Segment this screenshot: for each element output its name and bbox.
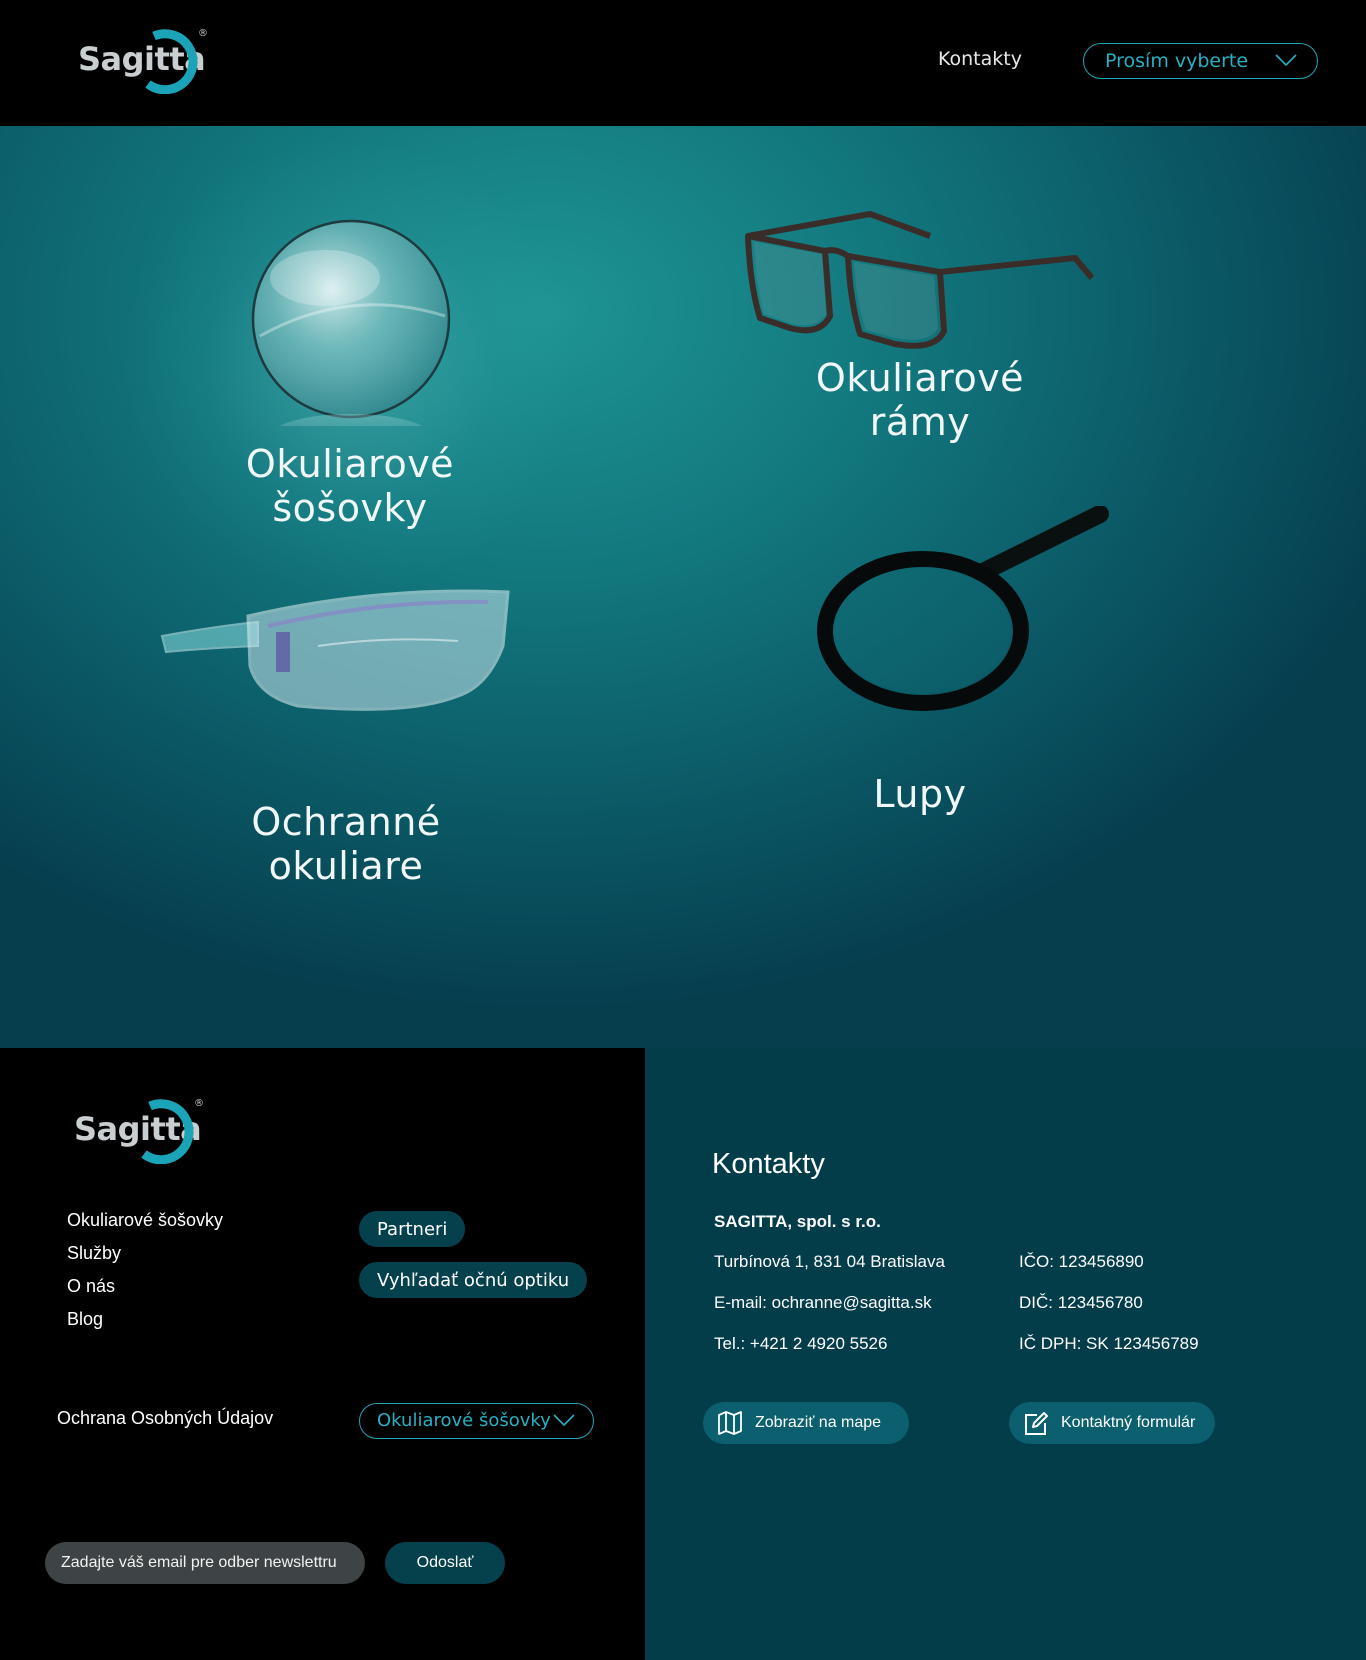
- footer-left: Sagitta ® Okuliarové šošovky Služby O ná…: [0, 1048, 645, 1660]
- registered-mark: ®: [194, 1098, 204, 1109]
- logo-arc-icon: [145, 29, 198, 94]
- footer-nav-services[interactable]: Služby: [67, 1243, 121, 1264]
- find-optician-button[interactable]: Vyhľadať očnú optiku: [359, 1262, 588, 1298]
- company-ico: IČO: 123456890: [1019, 1252, 1144, 1271]
- tile-eyeglass-lenses[interactable]: Okuliarové šošovky: [150, 166, 550, 566]
- contact-form-button[interactable]: Kontaktný formulár: [1009, 1402, 1215, 1444]
- chevron-down-icon: [553, 1414, 575, 1427]
- chevron-down-icon: [1275, 54, 1297, 67]
- company-icdph: IČ DPH: SK 123456789: [1019, 1334, 1199, 1353]
- safety-glasses-icon: [160, 589, 510, 711]
- magnifier-icon: [817, 506, 1109, 711]
- map-icon: [718, 1411, 742, 1435]
- logo-arc-icon: [141, 1099, 194, 1164]
- contact-form-label: Kontaktný formulár: [1061, 1414, 1196, 1431]
- footer-nav-about[interactable]: O nás: [67, 1276, 115, 1297]
- footer-category-dropdown[interactable]: Okuliarové šošovky: [359, 1403, 594, 1439]
- tile-label-magnifiers: Lupy: [873, 772, 967, 816]
- tile-label-lenses: Okuliarové šošovky: [245, 442, 455, 530]
- tile-label-safety: Ochranné okuliare: [251, 800, 441, 888]
- site-header: Sagitta ® Kontakty Prosím vyberte: [0, 0, 1366, 126]
- contact-phone[interactable]: Tel.: +421 2 4920 5526: [714, 1334, 887, 1354]
- tile-safety-glasses[interactable]: Ochranné okuliare: [150, 566, 550, 976]
- header-select-dropdown[interactable]: Prosím vyberte: [1083, 43, 1318, 79]
- product-categories-hero: Okuliarové šošovky Okuliarové rámy Ochra…: [0, 126, 1366, 1048]
- tile-magnifiers[interactable]: Lupy: [780, 506, 1180, 966]
- footer-category-label: Okuliarové šošovky: [377, 1410, 551, 1431]
- footer-nav-lenses[interactable]: Okuliarové šošovky: [67, 1210, 223, 1231]
- sagitta-logo[interactable]: Sagitta ®: [78, 28, 210, 96]
- tile-label-frames: Okuliarové rámy: [815, 356, 1025, 444]
- contact-email[interactable]: E-mail: ochranne@sagitta.sk: [714, 1293, 932, 1313]
- show-on-map-button[interactable]: Zobraziť na mape: [703, 1402, 909, 1444]
- registered-mark: ®: [198, 28, 208, 39]
- privacy-policy-link[interactable]: Ochrana Osobných Údajov: [57, 1408, 273, 1429]
- company-dic: DIČ: 123456780: [1019, 1293, 1143, 1312]
- edit-icon: [1025, 1412, 1048, 1435]
- nav-contacts-link[interactable]: Kontakty: [938, 48, 1022, 70]
- footer-nav-blog[interactable]: Blog: [67, 1309, 103, 1330]
- footer-sagitta-logo[interactable]: Sagitta ®: [74, 1098, 206, 1168]
- company-name: SAGITTA, spol. s r.o.: [714, 1212, 881, 1231]
- glasses-frame-icon: [745, 211, 1095, 349]
- partners-button[interactable]: Partneri: [359, 1211, 466, 1247]
- contacts-title: Kontakty: [712, 1148, 825, 1180]
- newsletter-submit-button[interactable]: Odoslať: [385, 1542, 505, 1584]
- header-select-label: Prosím vyberte: [1105, 50, 1249, 72]
- newsletter-email-input[interactable]: [45, 1542, 365, 1584]
- contact-address: Turbínová 1, 831 04 Bratislava: [714, 1252, 945, 1271]
- show-on-map-label: Zobraziť na mape: [755, 1414, 882, 1431]
- lens-icon: [251, 219, 451, 426]
- footer-contacts: Kontakty SAGITTA, spol. s r.o. Turbínová…: [645, 1048, 1366, 1660]
